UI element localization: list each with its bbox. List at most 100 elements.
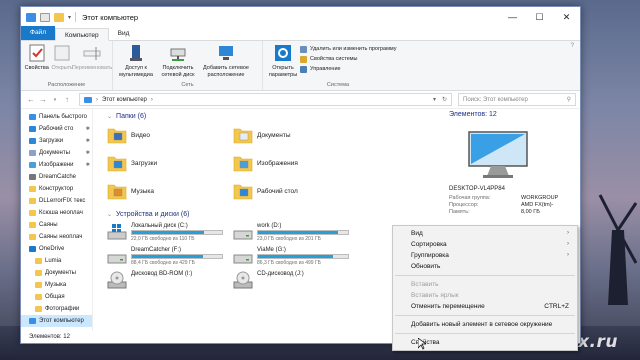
tab-file[interactable]: Файл [21, 26, 55, 40]
maximize-button[interactable]: ☐ [526, 7, 553, 27]
folder-item[interactable]: Видео [107, 123, 233, 147]
status-count: Элементов: 12 [29, 334, 70, 340]
sidebar-item[interactable]: DLLerrorFIX текс [21, 195, 92, 207]
onedrive-icon [29, 246, 36, 252]
pin-icon[interactable]: ✱ [86, 162, 90, 168]
drive-item[interactable]: CD-дисковод (J:) [233, 271, 359, 293]
title-bar: ▾ Этот компьютер — ☐ ✕ [21, 7, 580, 27]
folder-item[interactable]: Изображения [233, 151, 359, 175]
drive-usage-bar [131, 230, 223, 235]
sidebar-item[interactable]: Фотографии [21, 303, 92, 315]
tab-view[interactable]: Вид [109, 27, 139, 40]
open-label: Открыть [51, 65, 74, 71]
recent-dropdown-icon[interactable]: ▾ [49, 97, 61, 103]
context-menu-label: Добавить новый элемент в сетевое окружен… [411, 321, 553, 328]
pin-icon[interactable]: ✱ [86, 126, 90, 132]
drive-item[interactable]: DreamCatcher (F:) 88,4 ГБ свободно из 429… [107, 247, 233, 269]
folder-icon [29, 210, 36, 216]
sidebar-item[interactable]: Изображени ✱ [21, 159, 92, 171]
folder-label: Видео [131, 131, 150, 139]
network-drive-icon [170, 48, 186, 61]
folder-icon [35, 270, 42, 276]
details-key: Процессор: [449, 202, 479, 208]
back-arrow-icon[interactable]: ← [25, 95, 37, 104]
sidebar-item[interactable]: DreamCatche [21, 171, 92, 183]
tab-computer[interactable]: Компьютер [54, 28, 109, 41]
drive-usage-fill [258, 255, 333, 258]
drive-free-space: 23,0 ГБ свободно из 201 ГБ [257, 236, 321, 242]
gear-icon [275, 45, 291, 61]
context-menu-label: Обновить [411, 263, 441, 270]
sidebar-item[interactable]: Рабочий сто ✱ [21, 123, 92, 135]
sidebar-item[interactable]: Саяны неоплач [21, 231, 92, 243]
computer-icon [26, 12, 36, 22]
context-menu-item[interactable]: Вид › [393, 228, 577, 239]
drive-item[interactable]: ViaMe (G:) 86,3 ГБ свободно из 499 ГБ [233, 247, 359, 269]
sidebar-item[interactable]: Общая [21, 291, 92, 303]
pin-icon[interactable]: ✱ [86, 150, 90, 156]
help-icon[interactable]: ? [565, 41, 580, 90]
search-input[interactable]: Поиск: Этот компьютер ⚲ [458, 93, 576, 106]
open-settings-label: Открыть параметры [268, 65, 298, 78]
drive-free-space: 86,3 ГБ свободно из 499 ГБ [257, 260, 321, 266]
up-arrow-icon[interactable]: ↑ [61, 95, 73, 104]
sidebar-item-label: Рабочий сто [39, 126, 74, 132]
folder-item[interactable]: Документы [233, 123, 359, 147]
details-value: 8,00 ГБ [521, 209, 540, 215]
address-dropdown-icon[interactable]: ▾ [433, 96, 436, 103]
map-network-drive-label: Подключить сетевой диск [161, 65, 195, 78]
window-controls: — ☐ ✕ [499, 7, 580, 27]
context-menu-label: Вставить [411, 281, 439, 288]
sidebar-item[interactable]: Документы ✱ [21, 147, 92, 159]
properties-icon[interactable] [40, 12, 50, 22]
system-properties-button[interactable]: Свойства системы [300, 54, 396, 64]
folder-item[interactable]: Рабочий стол [233, 179, 359, 203]
sidebar-item-label: Панель быстрого [39, 114, 87, 120]
minimize-button[interactable]: — [499, 7, 526, 27]
address-input[interactable]: › Этот компьютер › ▾ ↻ [79, 93, 452, 106]
sidebar-item[interactable]: Ксюша неоплач [21, 207, 92, 219]
close-button[interactable]: ✕ [553, 7, 580, 27]
sidebar-item[interactable]: Конструктор [21, 183, 92, 195]
drive-label: DreamCatcher (F:) [131, 247, 182, 253]
quick-access-dropdown-icon[interactable]: ▾ [68, 14, 71, 21]
drive-item[interactable]: Дисковод BD-ROM (I:) [107, 271, 233, 293]
context-menu-item[interactable]: Отменить перемещение CTRL+Z [393, 301, 577, 312]
context-menu-item[interactable]: Обновить [393, 261, 577, 272]
sidebar-item[interactable]: Саяны [21, 219, 92, 231]
sidebar-item[interactable]: Документы [21, 267, 92, 279]
navigation-pane[interactable]: Панель быстрого Рабочий сто ✱ Загрузки ✱ Доку… [21, 109, 93, 331]
collapse-chevron-icon[interactable]: ⌄ [107, 211, 112, 218]
new-folder-icon[interactable] [54, 12, 64, 22]
forward-arrow-icon[interactable]: → [37, 95, 49, 104]
search-placeholder: Поиск: Этот компьютер [463, 96, 528, 103]
drive-item[interactable]: Локальный диск (C:) 22,0 ГБ свободно из 1… [107, 223, 233, 245]
sidebar-item-label: Саяны неоплач [39, 234, 83, 240]
context-menu-item[interactable]: Группировка › [393, 250, 577, 261]
collapse-chevron-icon[interactable]: ⌄ [107, 113, 112, 120]
folder-item[interactable]: Загрузки [107, 151, 233, 175]
add-network-location-label: Добавить сетевое расположение [203, 65, 249, 78]
sidebar-item[interactable]: OneDrive [21, 243, 92, 255]
media-server-icon [130, 45, 142, 61]
drive-label: Дисковод BD-ROM (I:) [131, 271, 193, 277]
folder-item[interactable]: Музыка [107, 179, 233, 203]
context-menu-item[interactable]: Сортировка › [393, 239, 577, 250]
context-menu-item[interactable]: Добавить новый элемент в сетевое окружен… [393, 319, 577, 330]
quick-icon [29, 114, 36, 120]
uninstall-program-button[interactable]: Удалить или изменить программу [300, 44, 396, 54]
drive-item[interactable]: work (D:) 23,0 ГБ свободно из 201 ГБ [233, 223, 359, 245]
sidebar-item[interactable]: Этот компьютер [21, 315, 92, 327]
drive-free-space: 22,0 ГБ свободно из 110 ГБ [131, 236, 195, 242]
refresh-icon[interactable]: ↻ [442, 96, 447, 103]
folder-icon [35, 282, 42, 288]
manage-button[interactable]: Управление [300, 64, 396, 74]
sidebar-item[interactable]: Lumia [21, 255, 92, 267]
drive-info: work (D:) 23,0 ГБ свободно из 201 ГБ [257, 223, 349, 242]
sidebar-item[interactable]: Музыка [21, 279, 92, 291]
sidebar-item-label: Саяны [39, 222, 58, 228]
pin-icon[interactable]: ✱ [86, 138, 90, 144]
sidebar-item[interactable]: Загрузки ✱ [21, 135, 92, 147]
submenu-arrow-icon: › [567, 230, 569, 236]
sidebar-item[interactable]: Панель быстрого [21, 111, 92, 123]
